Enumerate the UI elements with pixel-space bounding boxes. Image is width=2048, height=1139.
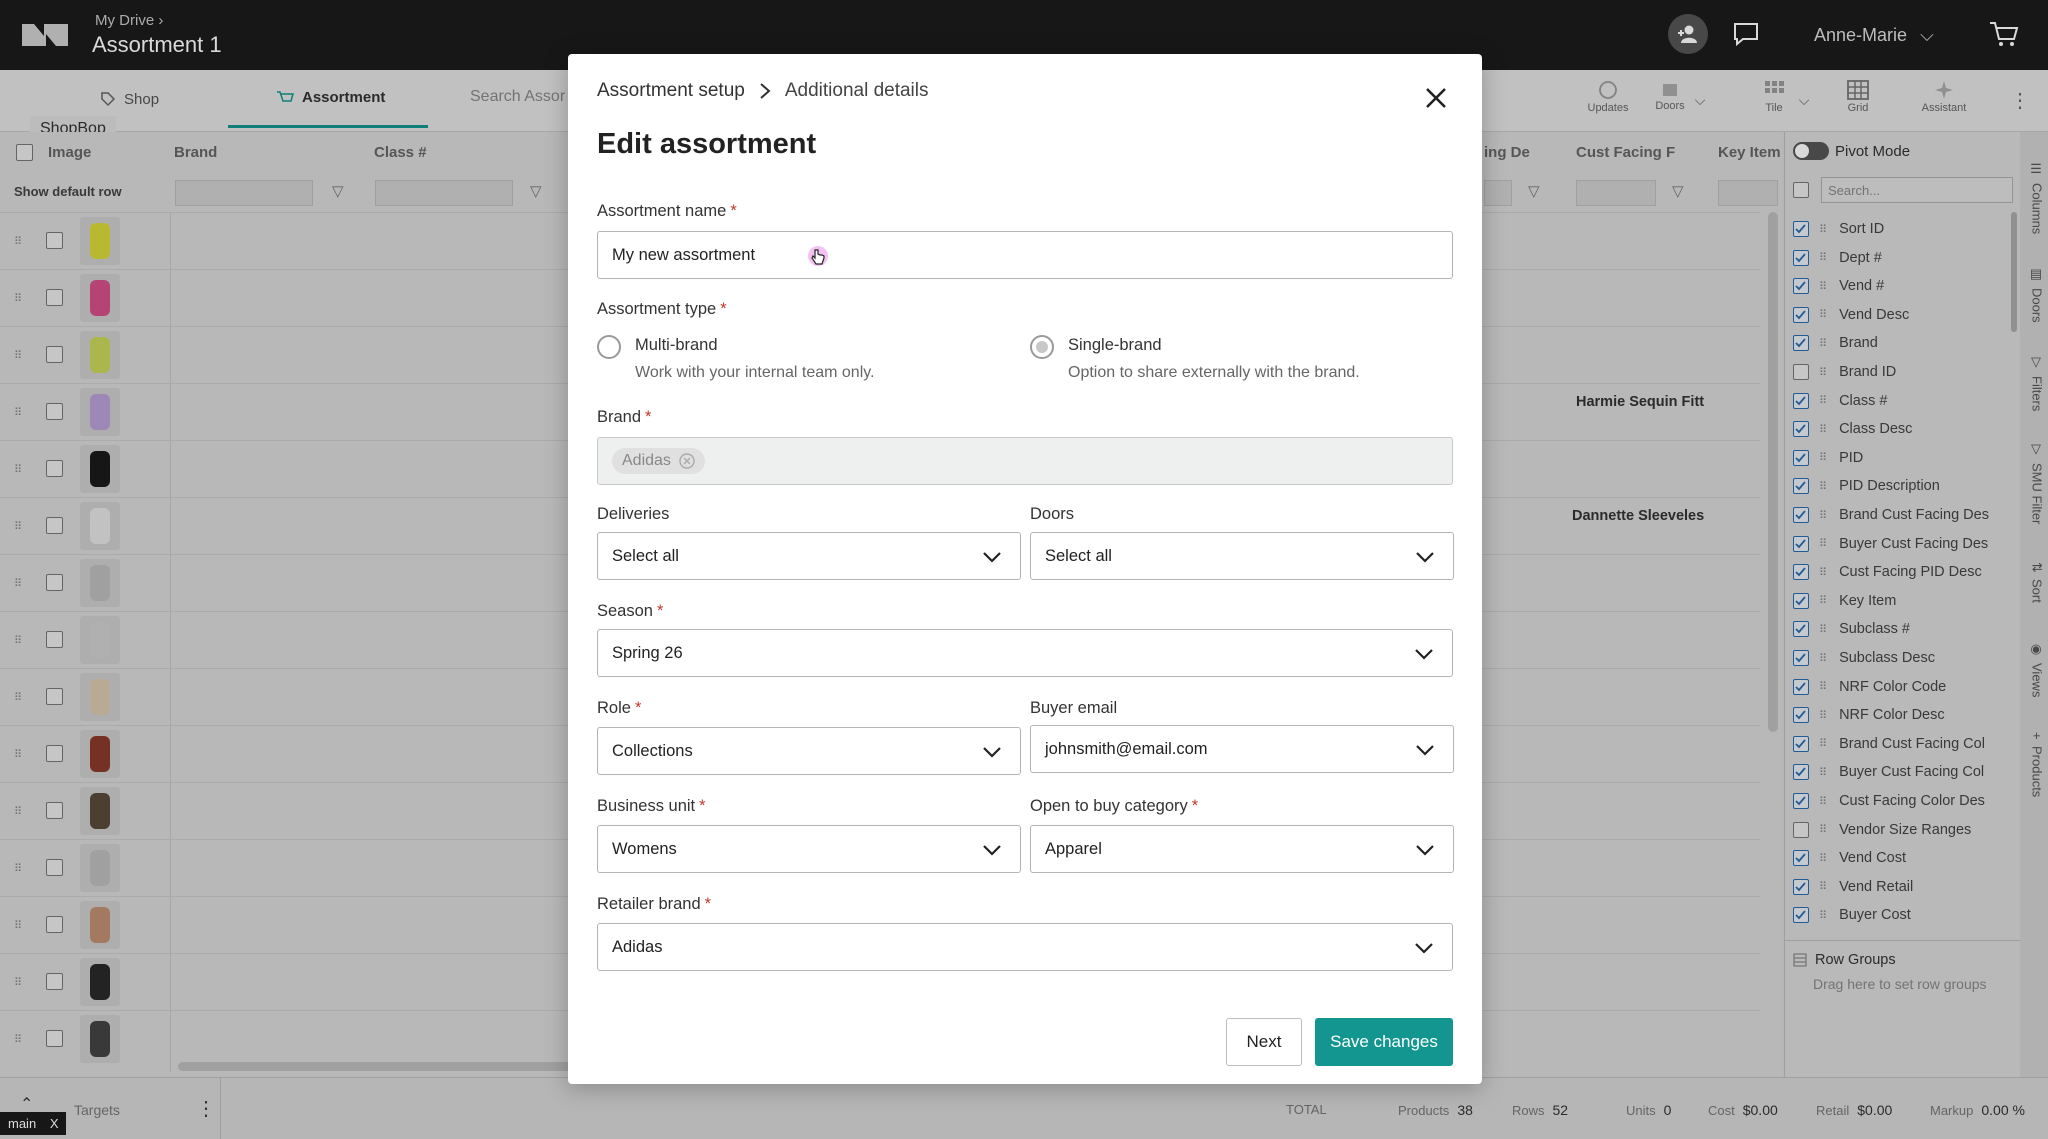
multi-brand-label: Multi-brand xyxy=(635,336,718,354)
deliveries-select[interactable]: Select all xyxy=(597,532,1021,580)
buyer-email-select[interactable]: johnsmith@email.com xyxy=(1030,725,1454,773)
retailer-brand-select[interactable]: Adidas xyxy=(597,923,1453,971)
brand-label: Brand * xyxy=(597,408,652,426)
close-icon[interactable] xyxy=(1422,84,1450,112)
chevron-down-icon xyxy=(1416,552,1434,563)
role-select[interactable]: Collections xyxy=(597,727,1021,775)
single-brand-radio[interactable] xyxy=(1030,335,1054,359)
chevron-down-icon xyxy=(1415,943,1433,954)
single-brand-label: Single-brand xyxy=(1068,336,1162,354)
multi-brand-description: Work with your internal team only. xyxy=(635,364,875,381)
single-brand-description: Option to share externally with the bran… xyxy=(1068,364,1360,381)
brand-chip: Adidas xyxy=(612,448,705,474)
chevron-down-icon xyxy=(1415,649,1433,660)
buyer-email-label: Buyer email xyxy=(1030,699,1118,717)
chevron-down-icon xyxy=(1416,845,1434,856)
save-changes-button[interactable]: Save changes xyxy=(1315,1018,1453,1066)
multi-brand-radio[interactable] xyxy=(597,335,621,359)
crumb-additional-details: Additional details xyxy=(784,80,929,101)
edit-assortment-dialog: Assortment setup Additional details Edit… xyxy=(568,54,1482,1084)
chevron-down-icon xyxy=(1416,745,1434,756)
chevron-down-icon xyxy=(983,552,1001,563)
chevron-right-icon xyxy=(760,83,771,99)
chevron-down-icon xyxy=(983,845,1001,856)
assortment-type-label: Assortment type * xyxy=(597,300,727,318)
season-select[interactable]: Spring 26 xyxy=(597,629,1453,677)
wizard-breadcrumb: Assortment setup Additional details xyxy=(597,80,929,102)
crumb-assortment-setup[interactable]: Assortment setup xyxy=(597,80,745,102)
business-unit-label: Business unit * xyxy=(597,797,706,815)
deliveries-label: Deliveries xyxy=(597,505,670,523)
chevron-down-icon xyxy=(983,747,1001,758)
hand-cursor-icon xyxy=(811,249,825,265)
dialog-title: Edit assortment xyxy=(597,128,817,160)
remove-chip-icon xyxy=(679,453,695,469)
open-to-buy-label: Open to buy category * xyxy=(1030,797,1199,815)
brand-field: Adidas xyxy=(597,437,1453,485)
season-label: Season * xyxy=(597,602,664,620)
open-to-buy-select[interactable]: Apparel xyxy=(1030,825,1454,873)
retailer-brand-label: Retailer brand * xyxy=(597,895,712,913)
assortment-name-label: Assortment name * xyxy=(597,202,737,220)
next-button[interactable]: Next xyxy=(1226,1018,1302,1066)
business-unit-select[interactable]: Womens xyxy=(597,825,1021,873)
doors-select[interactable]: Select all xyxy=(1030,532,1454,580)
doors-label: Doors xyxy=(1030,505,1075,523)
role-label: Role * xyxy=(597,699,642,717)
assortment-name-input[interactable]: My new assortment xyxy=(597,231,1453,279)
